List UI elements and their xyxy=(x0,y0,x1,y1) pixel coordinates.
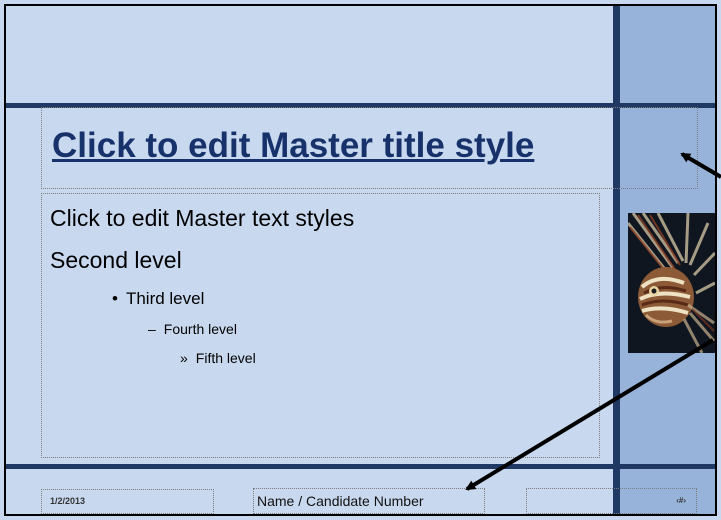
bullet-chevron-icon: » xyxy=(180,350,188,366)
title-placeholder[interactable]: Click to edit Master title style xyxy=(41,107,698,189)
slide-master: Click to edit Master title style Click t… xyxy=(0,0,721,520)
body-level-2[interactable]: Second level xyxy=(50,247,182,274)
body-level-1[interactable]: Click to edit Master text styles xyxy=(50,205,354,232)
date-placeholder[interactable]: 1/2/2013 xyxy=(41,489,214,514)
slide-number: ‹#› xyxy=(676,496,686,505)
body-level-4-text: Fourth level xyxy=(163,321,237,337)
body-level-3[interactable]: • Third level xyxy=(112,289,204,309)
slide-number-placeholder[interactable]: ‹#› xyxy=(526,488,697,514)
bottom-divider-bar xyxy=(6,464,715,469)
footer-date: 1/2/2013 xyxy=(50,496,86,506)
footer-name-text: Name / Candidate Number xyxy=(257,493,424,509)
body-level-5[interactable]: » Fifth level xyxy=(180,350,256,366)
body-level-4[interactable]: – Fourth level xyxy=(148,321,237,337)
body-level-5-text: Fifth level xyxy=(195,350,256,366)
footer-placeholder[interactable]: Name / Candidate Number xyxy=(253,488,485,514)
lionfish-photo[interactable] xyxy=(628,213,715,353)
bullet-dot-icon: • xyxy=(112,289,118,308)
master-title-text[interactable]: Click to edit Master title style xyxy=(52,126,534,166)
body-placeholder[interactable]: Click to edit Master text styles Second … xyxy=(41,193,600,458)
body-level-3-text: Third level xyxy=(125,289,205,308)
bullet-dash-icon: – xyxy=(148,321,156,337)
lionfish-image xyxy=(628,213,715,353)
vertical-divider-bar xyxy=(613,6,620,514)
